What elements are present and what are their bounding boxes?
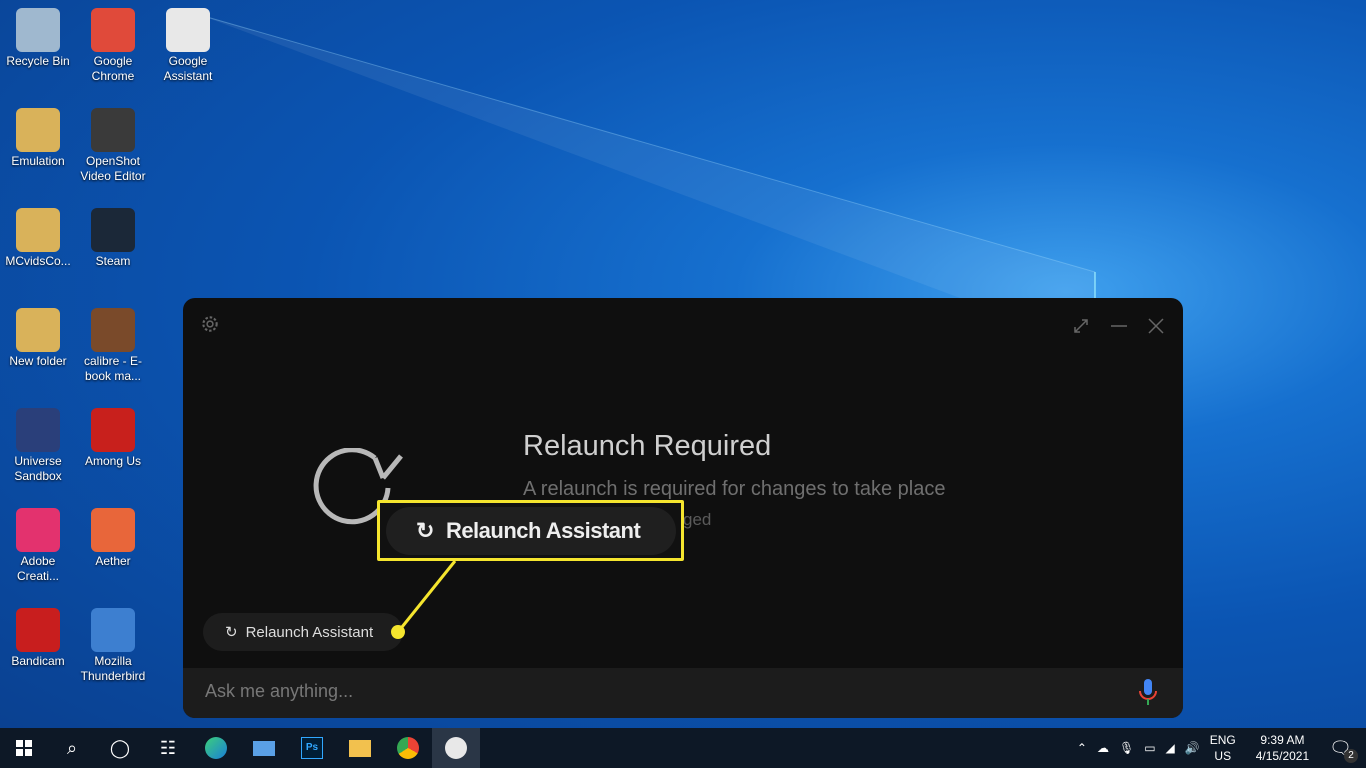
callout-relaunch-button: ↻ Relaunch Assistant xyxy=(386,507,676,555)
refresh-icon: ↻ xyxy=(416,518,434,543)
clock[interactable]: 9:39 AM 4/15/2021 xyxy=(1256,732,1309,764)
google-assistant-taskbar-icon[interactable] xyxy=(432,728,480,768)
battery-icon[interactable]: ▭ xyxy=(1144,741,1155,755)
notification-center-button[interactable]: 🗨 2 xyxy=(1329,738,1358,763)
language-indicator[interactable]: ENG US xyxy=(1210,732,1236,764)
task-view-icon[interactable]: ☷ xyxy=(144,728,192,768)
callout-pointer xyxy=(391,560,457,639)
taskbar: ⌕ ◯ ☷ Ps ⌃ ☁ 🎙 ▭ ◢ 🔊 ENG US 9:39 AM 4/15/2… xyxy=(0,728,1366,768)
show-hidden-icons-chevron-icon[interactable]: ⌃ xyxy=(1077,741,1087,755)
system-tray: ⌃ ☁ 🎙 ▭ ◢ 🔊 ENG US 9:39 AM 4/15/2021 🗨 2 xyxy=(1077,728,1366,768)
chrome-icon[interactable] xyxy=(384,728,432,768)
microphone-tray-icon[interactable]: 🎙 xyxy=(1119,741,1134,755)
photoshop-icon[interactable]: Ps xyxy=(288,728,336,768)
cortana-icon[interactable]: ◯ xyxy=(96,728,144,768)
onedrive-cloud-icon[interactable]: ☁ xyxy=(1097,741,1109,755)
start-button[interactable] xyxy=(0,728,48,768)
file-explorer-icon[interactable] xyxy=(336,728,384,768)
search-icon[interactable]: ⌕ xyxy=(48,728,96,768)
mail-icon[interactable] xyxy=(240,728,288,768)
notification-count-badge: 2 xyxy=(1344,748,1358,763)
edge-icon[interactable] xyxy=(192,728,240,768)
volume-icon[interactable]: 🔊 xyxy=(1185,741,1200,755)
callout-zoom-box: ↻ Relaunch Assistant xyxy=(377,500,684,561)
callout-label: Relaunch Assistant xyxy=(445,518,641,543)
windows-icon xyxy=(16,740,32,756)
wifi-icon[interactable]: ◢ xyxy=(1166,741,1175,755)
